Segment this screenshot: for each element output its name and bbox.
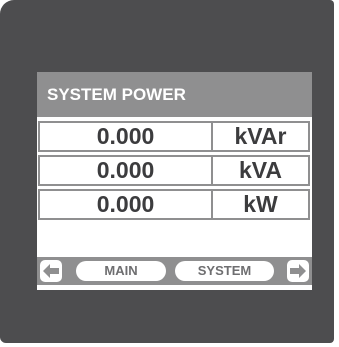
main-button[interactable]: MAIN <box>76 261 166 281</box>
system-button[interactable]: SYSTEM <box>175 261 274 281</box>
reading-row: 0.000 kVA <box>38 155 310 186</box>
reading-row: 0.000 kVAr <box>38 121 310 152</box>
reading-unit: kVA <box>238 157 283 183</box>
readings-table: 0.000 kVAr 0.000 kVA 0.000 kW <box>38 121 310 223</box>
reading-unit: kW <box>243 191 278 217</box>
display-screen: SYSTEM POWER 0.000 kVAr 0.000 kVA 0.000 … <box>37 72 312 290</box>
navigation-bar: MAIN SYSTEM <box>37 257 312 285</box>
arrow-right-icon[interactable] <box>287 260 309 282</box>
reading-row: 0.000 kW <box>38 189 310 220</box>
reading-value: 0.000 <box>40 157 213 184</box>
reading-unit: kVAr <box>234 123 287 149</box>
reading-value: 0.000 <box>40 191 213 218</box>
arrow-left-icon[interactable] <box>40 260 62 282</box>
reading-value: 0.000 <box>40 123 213 150</box>
screen-title: SYSTEM POWER <box>37 72 312 117</box>
